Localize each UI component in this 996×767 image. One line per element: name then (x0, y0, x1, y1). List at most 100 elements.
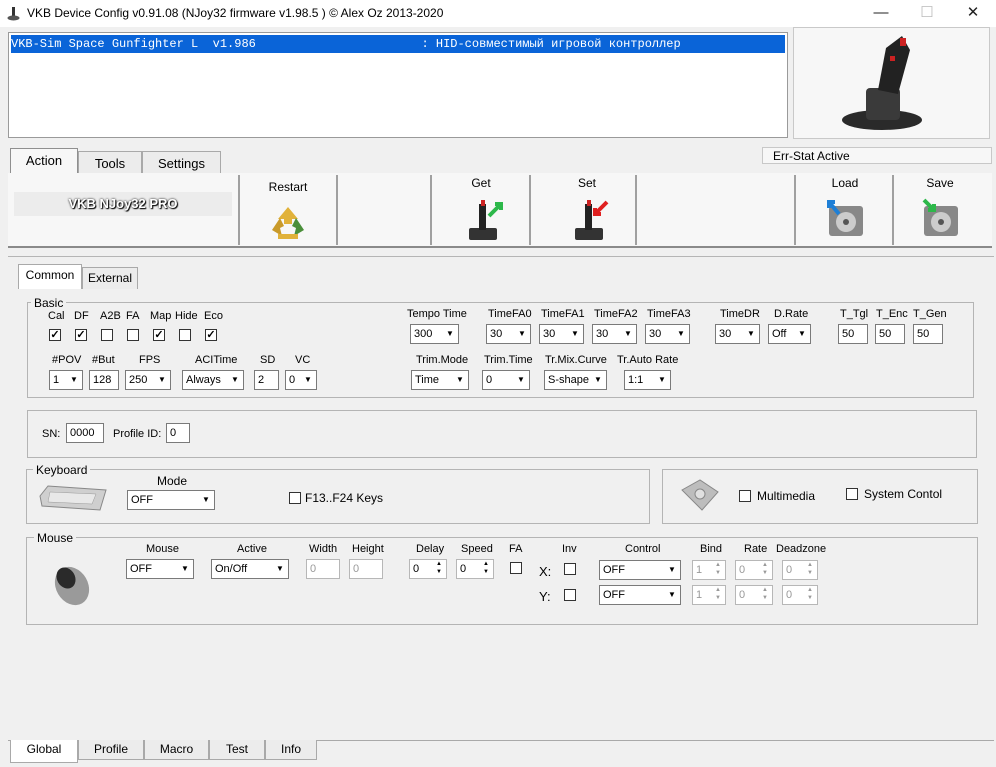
fps-label: FPS (139, 354, 161, 366)
tab-profile[interactable]: Profile (78, 740, 144, 760)
acitime-label: ACITime (195, 354, 238, 366)
y-rate-spinner[interactable]: 0 ▲ ▼ (735, 585, 773, 605)
y-control-select[interactable]: OFF ▼ (599, 585, 681, 605)
a2b-checkbox[interactable] (101, 329, 113, 341)
speed-spinner[interactable]: 0 ▲ ▼ (456, 559, 494, 579)
fa-checkbox[interactable] (127, 329, 139, 341)
load-button[interactable]: Load (800, 172, 890, 244)
y-deadzone-spinner[interactable]: 0 ▲ ▼ (782, 585, 818, 605)
cal-label: Cal (48, 310, 65, 322)
tab-common[interactable]: Common (18, 264, 82, 289)
y-bind-spinner[interactable]: 1 ▲ ▼ (692, 585, 726, 605)
x-rate-spinner[interactable]: 0 ▲ ▼ (735, 560, 773, 580)
speed-header: Speed (461, 543, 493, 555)
eco-label: Eco (204, 310, 223, 322)
x-inv-checkbox[interactable] (564, 563, 576, 575)
load-label: Load (831, 176, 859, 190)
set-button[interactable]: Set (542, 172, 632, 244)
but-input[interactable]: 128 (89, 370, 119, 390)
sn-label: SN: (42, 428, 61, 440)
mouse-select[interactable]: OFF ▼ (126, 559, 194, 579)
t-tgl-input[interactable]: 50 (838, 324, 868, 344)
tr-auto-rate-select[interactable]: 1:1 ▼ (624, 370, 671, 390)
tab-info[interactable]: Info (265, 740, 317, 760)
map-checkbox[interactable] (153, 329, 165, 341)
tab-action[interactable]: Action (10, 148, 78, 175)
fps-select[interactable]: 250 ▼ (125, 370, 171, 390)
rate-header: Rate (744, 543, 768, 555)
maximize-button[interactable]: ☐ (904, 0, 950, 27)
tr-mix-curve-select[interactable]: S-shape ▼ (544, 370, 607, 390)
x-axis-label: X: (539, 564, 552, 579)
active-select[interactable]: On/Off ▼ (211, 559, 289, 579)
close-button[interactable]: ✕ (950, 0, 996, 27)
trim-time-label: Trim.Time (484, 354, 533, 366)
df-checkbox[interactable] (75, 329, 87, 341)
device-row[interactable]: VKB-Sim Space Gunfighter L v1.986 : HID-… (11, 35, 785, 53)
vc-select[interactable]: 0 ▼ (285, 370, 317, 390)
inv-header: Inv (562, 543, 577, 555)
system-control-checkbox[interactable] (846, 488, 858, 500)
t-enc-input[interactable]: 50 (875, 324, 905, 344)
profile-id-label: Profile ID: (113, 428, 162, 440)
height-input[interactable]: 0 (349, 559, 383, 579)
device-list[interactable]: VKB-Sim Space Gunfighter L v1.986 : HID-… (8, 32, 788, 138)
timefa2-select[interactable]: 30 ▼ (592, 324, 637, 344)
trim-mode-label: Trim.Mode (416, 354, 469, 366)
tempo-time-select[interactable]: 300 ▼ (410, 324, 459, 344)
trim-mode-select[interactable]: Time ▼ (411, 370, 469, 390)
tab-global[interactable]: Global (10, 740, 78, 763)
x-control-select[interactable]: OFF ▼ (599, 560, 681, 580)
save-button[interactable]: Save (895, 172, 985, 244)
restart-button[interactable]: Restart (243, 176, 333, 246)
t-enc-label: T_Enc (876, 308, 908, 320)
tab-settings[interactable]: Settings (142, 151, 221, 175)
f13-f24-checkbox[interactable] (289, 492, 301, 504)
cal-checkbox[interactable] (49, 329, 61, 341)
get-button[interactable]: Get (436, 172, 526, 244)
y-inv-checkbox[interactable] (564, 589, 576, 601)
set-label: Set (577, 176, 596, 190)
tab-macro[interactable]: Macro (144, 740, 209, 760)
timefa3-select[interactable]: 30 ▼ (645, 324, 690, 344)
sn-input[interactable]: 0000 (66, 423, 104, 443)
minimize-button[interactable]: — (858, 0, 904, 27)
save-label: Save (926, 176, 954, 190)
hide-checkbox[interactable] (179, 329, 191, 341)
window-title: VKB Device Config v0.91.08 (NJoy32 firmw… (27, 6, 444, 20)
multimedia-label: Multimedia (757, 489, 816, 503)
sd-input[interactable]: 2 (254, 370, 279, 390)
d-rate-select[interactable]: Off ▼ (768, 324, 811, 344)
width-input[interactable]: 0 (306, 559, 340, 579)
mouse-fa-checkbox[interactable] (510, 562, 522, 574)
tab-external[interactable]: External (82, 267, 138, 289)
basic-group-title: Basic (31, 296, 67, 310)
sd-label: SD (260, 354, 276, 366)
trim-time-select[interactable]: 0 ▼ (482, 370, 530, 390)
tr-mix-curve-label: Tr.Mix.Curve (545, 354, 607, 366)
timefa0-select[interactable]: 30 ▼ (486, 324, 531, 344)
timefa3-label: TimeFA3 (647, 308, 691, 320)
tab-test[interactable]: Test (209, 740, 265, 760)
delay-spinner[interactable]: 0 ▲ ▼ (409, 559, 447, 579)
mouse-icon (54, 566, 90, 606)
err-stat-status: Err-Stat Active (762, 147, 992, 164)
acitime-select[interactable]: Always ▼ (182, 370, 244, 390)
width-header: Width (309, 543, 338, 555)
keyboard-mode-select[interactable]: OFF ▼ (127, 490, 215, 510)
pov-select[interactable]: 1 ▼ (49, 370, 83, 390)
t-gen-input[interactable]: 50 (913, 324, 943, 344)
profile-id-input[interactable]: 0 (166, 423, 190, 443)
timedr-select[interactable]: 30 ▼ (715, 324, 760, 344)
mouse-group-title: Mouse (34, 531, 77, 545)
tab-tools[interactable]: Tools (78, 151, 142, 175)
fa-header: FA (509, 543, 523, 555)
active-header: Active (237, 543, 267, 555)
timefa1-select[interactable]: 30 ▼ (539, 324, 584, 344)
x-deadzone-spinner[interactable]: 0 ▲ ▼ (782, 560, 818, 580)
eco-checkbox[interactable] (205, 329, 217, 341)
height-header: Height (352, 543, 384, 555)
multimedia-checkbox[interactable] (739, 490, 751, 502)
device-image (793, 27, 990, 139)
x-bind-spinner[interactable]: 1 ▲ ▼ (692, 560, 726, 580)
